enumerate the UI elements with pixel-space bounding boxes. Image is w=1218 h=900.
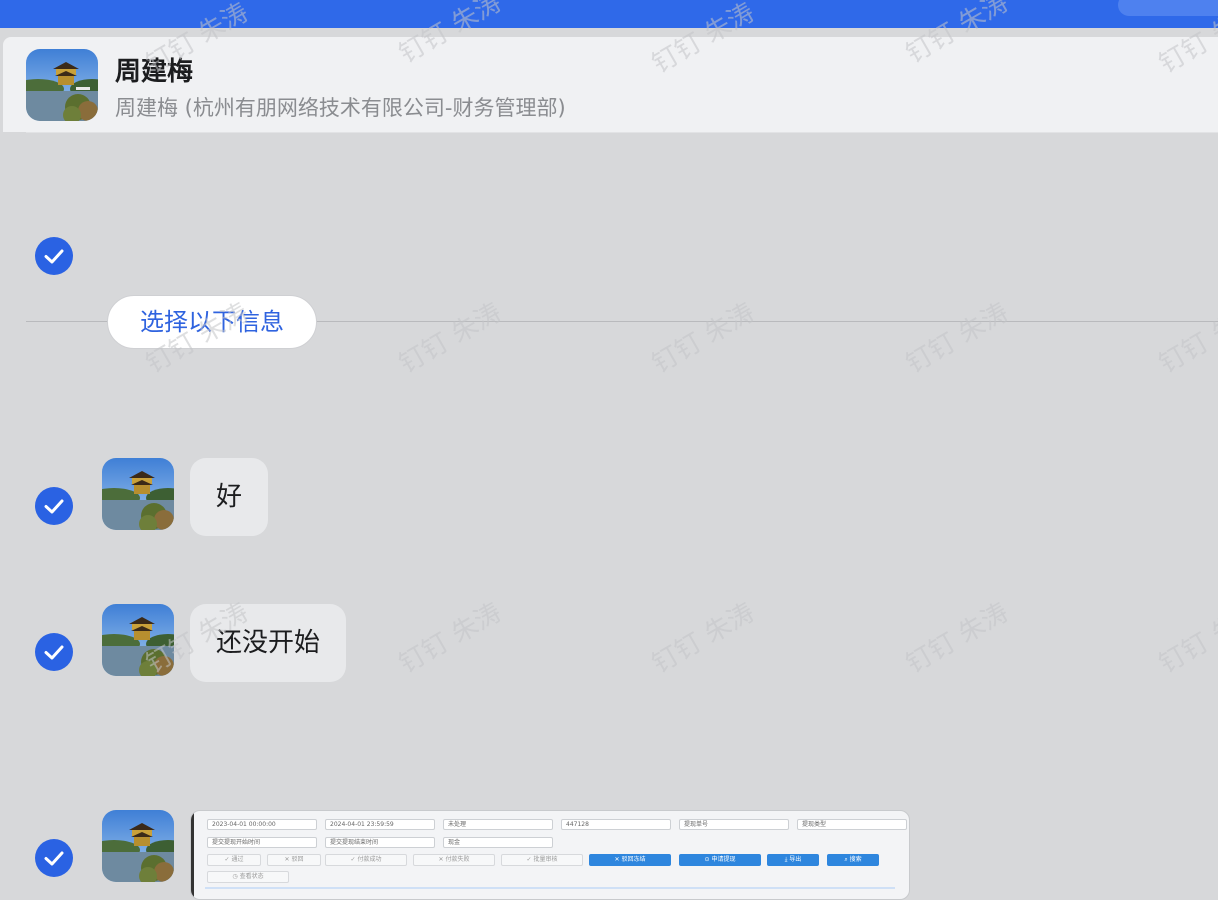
watermark: 钉钉 朱涛 <box>901 597 1014 680</box>
sender-avatar[interactable] <box>102 458 174 530</box>
checkmark-icon <box>44 645 64 660</box>
cash-select: 现金 <box>443 837 553 848</box>
view-status-button: ◷ 查看状态 <box>207 871 289 883</box>
reject-freeze-button: ✕ 驳回冻结 <box>589 854 671 866</box>
watermark: 钉钉 朱涛 <box>647 297 760 380</box>
end-date-field: 2024-04-01 23:59:59 <box>325 819 435 830</box>
contact-name: 周建梅 <box>115 57 194 87</box>
temple-photo-icon <box>26 49 98 121</box>
start-date-field: 2023-04-01 00:00:00 <box>207 819 317 830</box>
checkmark-icon <box>44 249 64 264</box>
message-checkbox[interactable] <box>35 839 73 877</box>
batch-review-button: ✓ 批量审核 <box>501 854 583 866</box>
export-button: ⤓ 导出 <box>767 854 819 866</box>
approve-button: ✓ 通过 <box>207 854 261 866</box>
pay-fail-button: ✕ 付款失败 <box>413 854 495 866</box>
watermark: 钉钉 朱涛 <box>901 297 1014 380</box>
watermark: 钉钉 朱涛 <box>1154 597 1218 680</box>
table-header-line <box>205 887 895 889</box>
withdraw-type-field: 提现类型 <box>797 819 907 830</box>
search-button: ⌕ 搜索 <box>827 854 879 866</box>
status-select: 未处理 <box>443 819 553 830</box>
temple-photo-icon <box>102 458 174 530</box>
watermark: 钉钉 朱涛 <box>647 597 760 680</box>
header-divider <box>26 132 1218 133</box>
withdraw-no-field: 提现单号 <box>679 819 789 830</box>
watermark: 钉钉 朱涛 <box>1154 297 1218 380</box>
temple-photo-icon <box>102 810 174 882</box>
contact-organization: 周建梅 (杭州有朋网络技术有限公司-财务管理部) <box>115 96 566 120</box>
image-message[interactable]: 2023-04-01 00:00:00 2024-04-01 23:59:59 … <box>190 810 910 900</box>
submit-end-field: 提交提现结束时间 <box>325 837 435 848</box>
apply-withdraw-button: ⊙ 申请提现 <box>679 854 761 866</box>
checkmark-icon <box>44 499 64 514</box>
pay-success-button: ✓ 付款成功 <box>325 854 407 866</box>
watermark: 钉钉 朱涛 <box>394 297 507 380</box>
select-following-button[interactable]: 选择以下信息 <box>107 295 317 349</box>
image-edge <box>191 811 194 899</box>
top-bar <box>0 0 1218 28</box>
temple-photo-icon <box>102 604 174 676</box>
sender-avatar[interactable] <box>102 604 174 676</box>
reject-button: ✕ 驳回 <box>267 854 321 866</box>
message-bubble[interactable]: 还没开始 <box>190 604 347 682</box>
message-bubble[interactable]: 好 <box>190 458 269 536</box>
submit-start-field: 提交提现开始时间 <box>207 837 317 848</box>
contact-avatar[interactable] <box>26 49 98 121</box>
topbar-search-pill[interactable] <box>1118 0 1218 16</box>
id-field: 447128 <box>561 819 671 830</box>
watermark: 钉钉 朱涛 <box>394 597 507 680</box>
checkmark-icon <box>44 851 64 866</box>
select-all-checkbox[interactable] <box>35 237 73 275</box>
message-checkbox[interactable] <box>35 487 73 525</box>
sender-avatar[interactable] <box>102 810 174 882</box>
message-checkbox[interactable] <box>35 633 73 671</box>
